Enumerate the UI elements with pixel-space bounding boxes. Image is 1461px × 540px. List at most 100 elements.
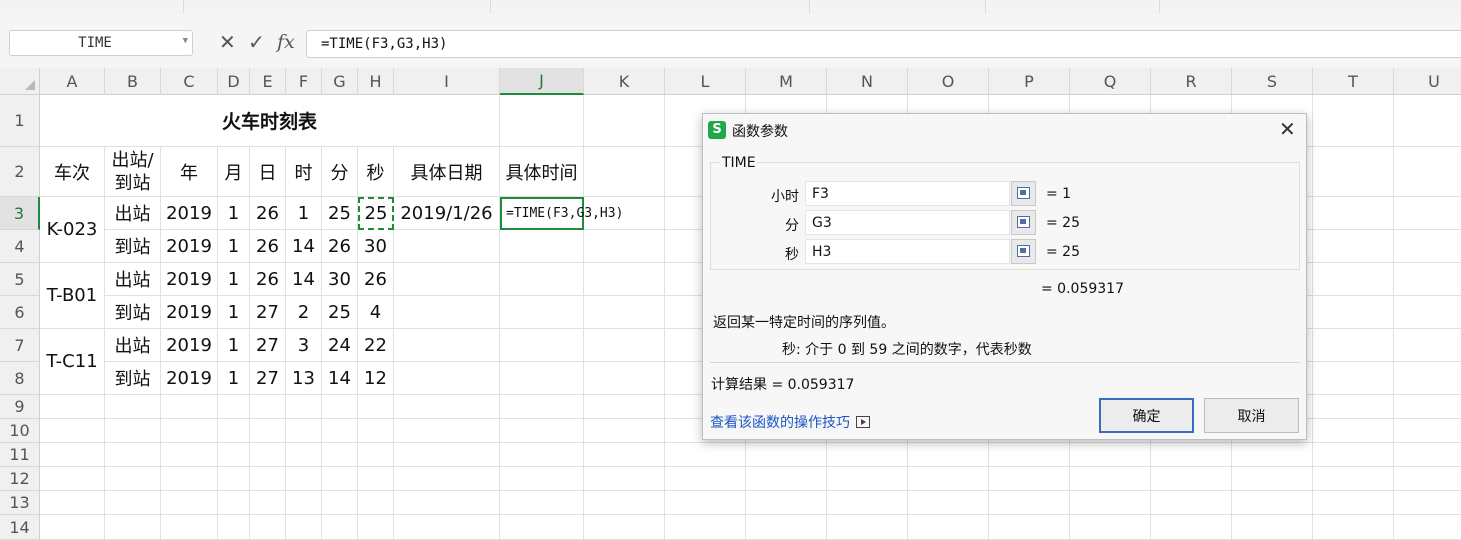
cell[interactable] [1394,443,1461,467]
cell[interactable] [394,362,500,395]
cell[interactable] [40,467,105,491]
cell[interactable] [1232,443,1313,467]
cell[interactable] [908,467,989,491]
cell[interactable] [286,419,322,443]
cell[interactable] [989,443,1070,467]
cell[interactable] [584,467,665,491]
cell[interactable] [500,491,584,515]
cell[interactable] [989,491,1070,515]
cell[interactable] [584,443,665,467]
close-icon[interactable]: ✕ [1279,117,1296,141]
cell[interactable] [746,515,827,540]
cell[interactable] [218,395,250,419]
data-cell[interactable]: 14 [286,263,322,296]
cell[interactable] [500,443,584,467]
row-header[interactable]: 11 [0,443,40,467]
data-cell[interactable]: 2019 [161,230,218,263]
data-cell[interactable]: 1 [218,362,250,395]
data-cell[interactable]: 1 [218,197,250,230]
cell[interactable] [1394,147,1461,197]
row-header[interactable]: 5 [0,263,40,296]
cell[interactable] [584,515,665,540]
cell[interactable] [250,515,286,540]
cell[interactable] [1313,329,1394,362]
confirm-formula-icon[interactable]: ✓ [248,30,265,54]
cell[interactable] [358,395,394,419]
cell[interactable] [1232,467,1313,491]
cell[interactable] [1070,515,1151,540]
cell[interactable] [161,515,218,540]
cell[interactable] [1313,263,1394,296]
column-header[interactable]: D [218,68,250,95]
cell[interactable] [105,443,161,467]
cell[interactable] [218,443,250,467]
cell[interactable] [250,491,286,515]
cell[interactable] [218,515,250,540]
data-cell[interactable]: 26 [358,263,394,296]
cell[interactable] [989,467,1070,491]
help-link-text[interactable]: 查看该函数的操作技巧 [710,415,850,431]
data-cell[interactable]: 13 [286,362,322,395]
cell[interactable] [665,515,746,540]
cell[interactable] [1394,230,1461,263]
cell[interactable] [218,467,250,491]
column-header[interactable]: C [161,68,218,95]
row-header[interactable]: 2 [0,147,40,197]
row-header[interactable]: 7 [0,329,40,362]
column-header[interactable]: U [1394,68,1461,95]
column-header[interactable]: K [584,68,665,95]
cell[interactable] [394,329,500,362]
cell[interactable] [500,515,584,540]
cell[interactable] [40,419,105,443]
data-cell[interactable]: 到站 [105,230,161,263]
row-header[interactable]: 1 [0,95,40,147]
cell[interactable] [1394,515,1461,540]
cell[interactable] [394,395,500,419]
train-id-cell[interactable]: T-B01 [40,263,105,329]
cell[interactable] [500,329,584,362]
cell[interactable] [1313,147,1394,197]
data-cell[interactable]: 1 [218,329,250,362]
cell[interactable] [1394,296,1461,329]
cell[interactable] [584,362,665,395]
cell[interactable] [218,419,250,443]
cell[interactable] [394,296,500,329]
column-header[interactable]: R [1151,68,1232,95]
cancel-button[interactable]: 取消 [1204,398,1299,433]
data-cell[interactable]: 出站 [105,329,161,362]
data-cell[interactable]: 30 [322,263,358,296]
data-cell[interactable]: 出站 [105,263,161,296]
cell[interactable] [1070,443,1151,467]
collapse-dialog-icon[interactable] [1011,210,1036,235]
data-cell[interactable]: 26 [250,263,286,296]
cell[interactable] [500,230,584,263]
cell[interactable] [286,515,322,540]
cell[interactable] [500,467,584,491]
data-cell[interactable]: 1 [218,230,250,263]
cell[interactable] [250,443,286,467]
date-cell[interactable]: 2019/1/26 [394,197,500,230]
cell[interactable] [1394,197,1461,230]
cell[interactable] [665,491,746,515]
column-header[interactable]: G [322,68,358,95]
cell[interactable] [827,491,908,515]
cell[interactable] [1313,395,1394,419]
cell[interactable] [584,491,665,515]
cell[interactable] [665,443,746,467]
data-cell[interactable]: 27 [250,362,286,395]
column-header[interactable]: Q [1070,68,1151,95]
insert-function-icon[interactable]: fx [277,31,295,53]
cell[interactable] [1070,467,1151,491]
data-cell[interactable]: 27 [250,296,286,329]
cell[interactable] [827,443,908,467]
cell[interactable] [1313,95,1394,147]
cell[interactable] [286,395,322,419]
cell[interactable] [322,395,358,419]
cell[interactable] [1394,491,1461,515]
data-cell[interactable]: 26 [250,230,286,263]
ok-button[interactable]: 确定 [1099,398,1194,433]
cell[interactable] [1394,95,1461,147]
cancel-formula-icon[interactable]: ✕ [219,30,236,54]
header-cell[interactable]: 时 [286,147,322,197]
cell[interactable] [394,467,500,491]
